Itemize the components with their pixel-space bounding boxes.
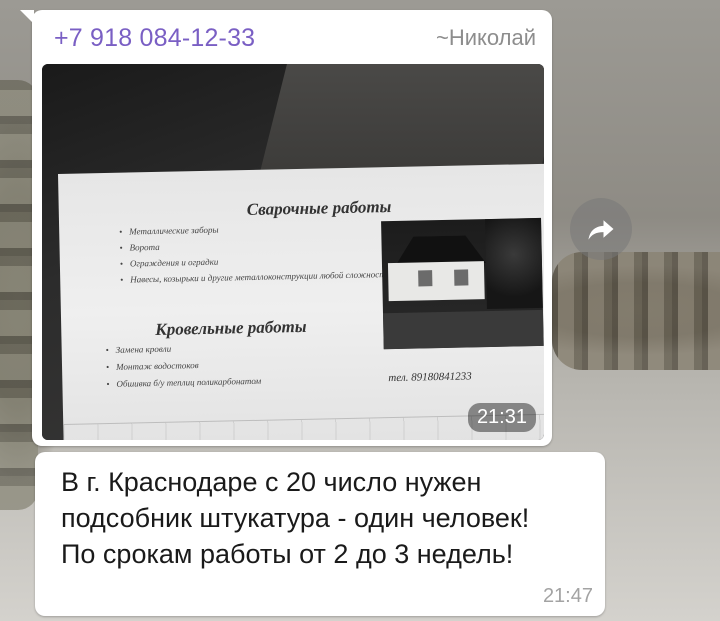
message-text: В г. Краснодаре с 20 число нужен подсобн… — [61, 467, 530, 569]
flyer-item: Ограждения и оградки — [120, 253, 390, 270]
text-message-bubble[interactable]: В г. Краснодаре с 20 число нужен подсобн… — [35, 452, 605, 616]
house-ground — [382, 309, 544, 350]
flyer-phone: тел. 89180841233 — [388, 370, 472, 385]
flyer: Сварочные работы Металлические заборы Во… — [58, 163, 544, 440]
photo-message-bubble[interactable]: +7 918 084-12-33 ~Николай Сварочные рабо… — [20, 10, 552, 446]
sender-phone[interactable]: +7 918 084-12-33 — [54, 24, 255, 53]
house-tree — [485, 217, 543, 310]
wallpaper-decoration-right — [552, 252, 720, 370]
sender-name: ~Николай — [435, 25, 536, 50]
flyer-item: Монтаж водостоков — [106, 359, 261, 373]
flyer-item: Навесы, козырьки и другие металлоконстру… — [120, 269, 390, 286]
message-photo[interactable]: Сварочные работы Металлические заборы Во… — [42, 64, 544, 440]
flyer-item: Металлические заборы — [119, 221, 389, 238]
flyer-title-roofing: Кровельные работы — [155, 316, 307, 339]
flyer-item: Замена кровли — [106, 342, 261, 356]
photo-timestamp: 21:31 — [467, 403, 536, 432]
message-timestamp: 21:47 — [542, 585, 593, 607]
forward-arrow-icon — [588, 220, 614, 240]
house-window — [454, 269, 469, 286]
flyer-item: Обшивка б/у теплиц поликарбонатом — [106, 376, 261, 390]
house-wall — [387, 261, 485, 302]
flyer-house-photo — [381, 217, 544, 350]
flyer-item: Ворота — [119, 237, 389, 254]
house-window — [418, 270, 433, 287]
forward-button[interactable] — [570, 198, 632, 260]
flyer-title-welding: Сварочные работы — [246, 197, 392, 220]
flyer-list-welding: Металлические заборы Ворота Ограждения и… — [119, 221, 390, 291]
flyer-list-roofing: Замена кровли Монтаж водостоков Обшивка … — [106, 342, 262, 396]
